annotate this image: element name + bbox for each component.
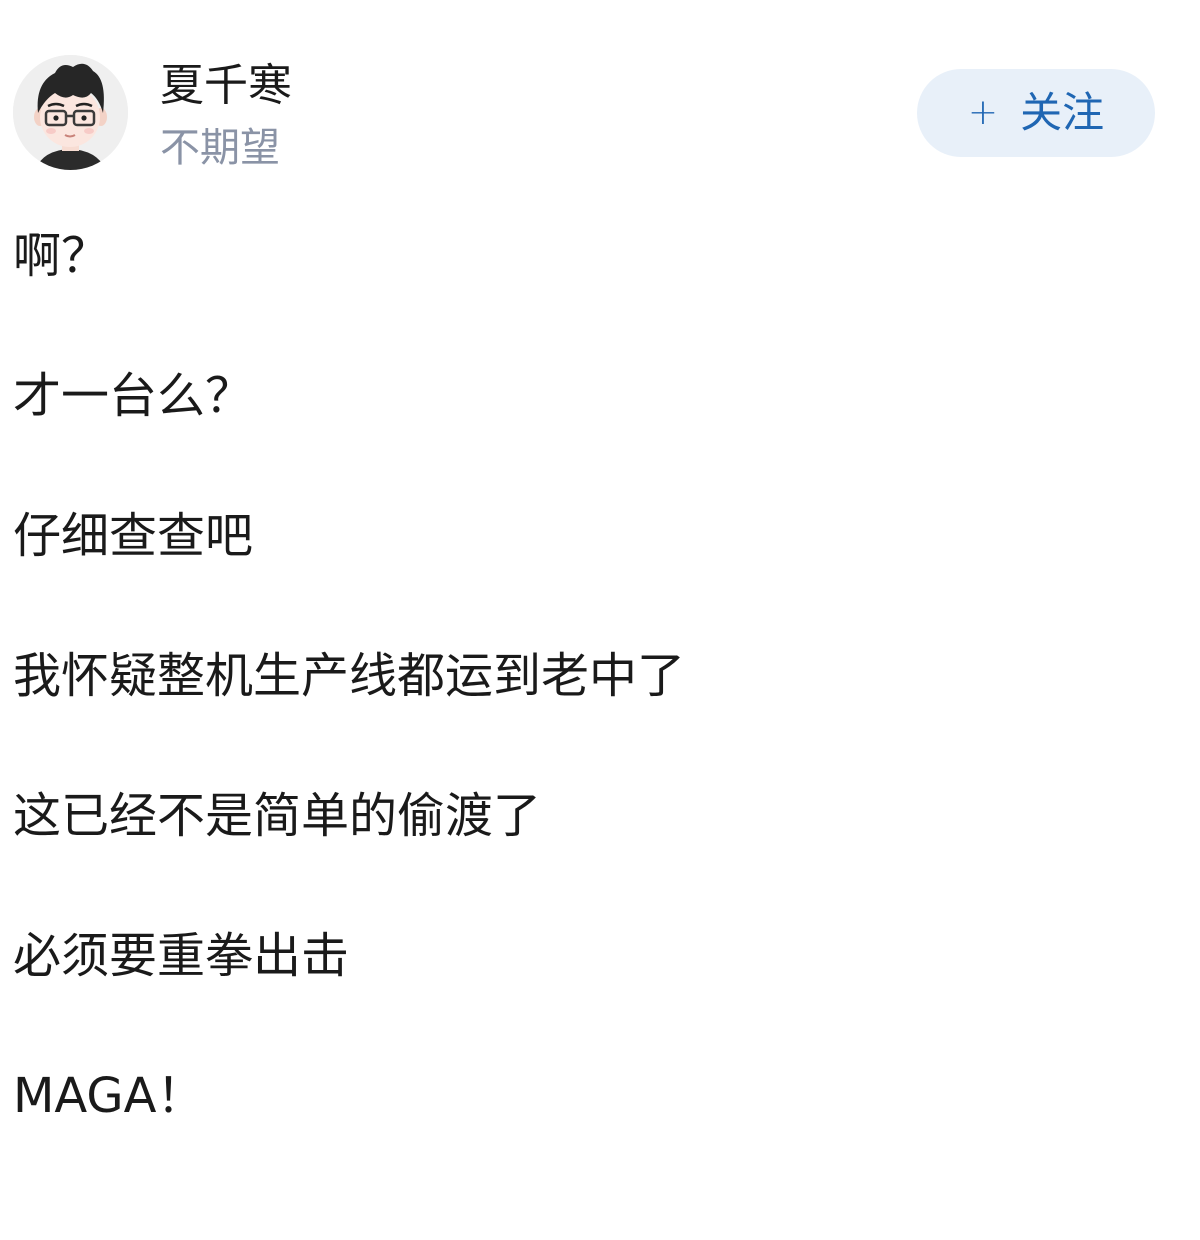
post-body: 啊？ 才一台么？ 仔细查查吧 我怀疑整机生产线都运到老中了 这已经不是简单的偷渡…	[13, 218, 1183, 1198]
post-line: 啊？	[13, 228, 110, 284]
post-line: 才一台么？	[13, 368, 254, 424]
post-line: 我怀疑整机生产线都运到老中了	[13, 648, 686, 704]
post-line: MAGA！	[13, 1068, 205, 1124]
avatar-icon	[13, 55, 128, 170]
avatar[interactable]	[13, 55, 128, 170]
author-name[interactable]: 夏千寒	[160, 58, 292, 114]
follow-label: 关注	[1020, 88, 1105, 137]
post-line: 必须要重拳出击	[13, 928, 350, 984]
author-signature: 不期望	[160, 125, 280, 171]
post-line: 这已经不是简单的偷渡了	[13, 788, 542, 844]
post-line: 仔细查查吧	[13, 508, 254, 564]
follow-button[interactable]: + 关注	[917, 69, 1155, 157]
plus-icon: +	[967, 92, 999, 133]
post-header: 夏千寒 不期望 + 关注	[0, 0, 1200, 200]
